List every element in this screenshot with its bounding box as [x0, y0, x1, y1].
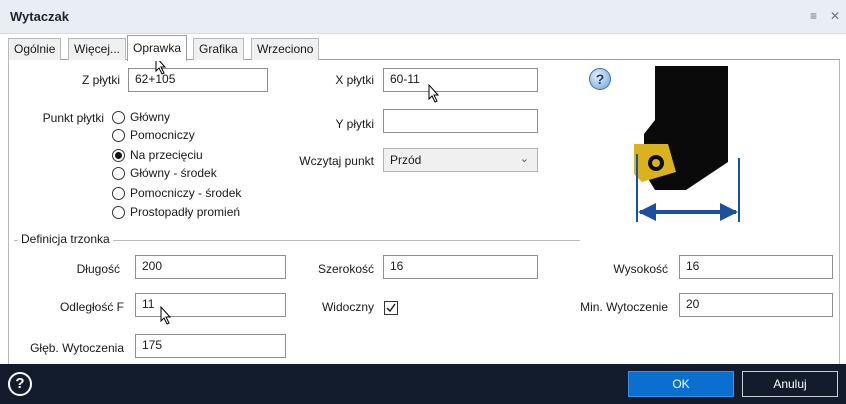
offset-f-input[interactable]: 11 [135, 293, 286, 317]
tool-holder-diagram [634, 66, 740, 222]
y-insert-input[interactable] [383, 109, 538, 133]
load-point-value: Przód [390, 153, 422, 167]
visible-checkbox[interactable] [384, 301, 398, 315]
dimension-arrow-right-icon [720, 203, 738, 221]
tab-wrzeciono[interactable]: Wrzeciono [251, 38, 320, 60]
cancel-button[interactable]: Anuluj [742, 371, 838, 397]
dimension-arrow-left-icon [638, 203, 656, 221]
radio-label: Główny - środek [130, 166, 217, 180]
radio-label: Na przecięciu [130, 148, 203, 162]
length-label: Długość [76, 262, 120, 276]
tab-ogolnie[interactable]: Ogólnie [8, 38, 62, 60]
radio-circle-selected[interactable] [112, 149, 125, 162]
load-point-select[interactable]: Przód ⌄ [383, 148, 538, 172]
tab-oprawka[interactable]: Oprawka [127, 35, 188, 61]
min-bore-input[interactable]: 20 [679, 293, 833, 317]
help-button[interactable]: ? [8, 372, 32, 396]
x-insert-input[interactable]: 60-11 [383, 68, 538, 92]
tab-bar: Ogólnie Więcej... Oprawka Grafika Wrzeci… [8, 35, 840, 61]
visible-label: Widoczny [321, 300, 374, 314]
radio-label: Pomocniczy - środek [130, 186, 242, 200]
shank-group-title: Definicja trzonka [18, 232, 113, 246]
ok-button[interactable]: OK [628, 371, 734, 397]
offset-f-label: Odległość F [59, 300, 124, 314]
radio-label: Prostopadły promień [130, 205, 241, 219]
x-insert-label: X płytki [335, 73, 374, 87]
insert-point-label: Punkt płytki [42, 111, 104, 125]
bore-depth-input[interactable]: 175 [135, 334, 286, 358]
radio-label: Pomocniczy [130, 128, 195, 142]
tab-wiecej[interactable]: Więcej... [68, 38, 127, 60]
radio-circle[interactable] [112, 167, 125, 180]
menu-icon[interactable]: ≡ [810, 9, 817, 23]
bore-depth-label: Głęb. Wytoczenia [30, 341, 124, 355]
tab-grafika[interactable]: Grafika [193, 38, 244, 60]
mouse-cursor-icon [160, 306, 172, 325]
min-bore-label: Min. Wytoczenie [580, 300, 668, 314]
z-insert-input[interactable]: 62+105 [128, 68, 268, 92]
close-icon[interactable]: ✕ [830, 9, 840, 23]
radio-label: Główny [130, 110, 171, 124]
length-input[interactable]: 200 [135, 255, 286, 279]
window-title: Wytaczak [10, 9, 70, 24]
y-insert-label: Y płytki [335, 117, 374, 131]
height-input[interactable]: 16 [679, 255, 833, 279]
radio-circle[interactable] [112, 111, 125, 124]
mouse-cursor-icon [428, 84, 440, 103]
chevron-down-icon: ⌄ [519, 153, 529, 165]
title-bar: Wytaczak ≡ ✕ [0, 0, 846, 34]
radio-circle[interactable] [112, 187, 125, 200]
z-insert-label: Z płytki [81, 73, 120, 87]
radio-circle[interactable] [112, 129, 125, 142]
load-point-label: Wczytaj punkt [299, 154, 374, 168]
footer-bar: ? OK Anuluj [0, 364, 846, 404]
insert-screw-center [652, 159, 660, 167]
width-input[interactable]: 16 [383, 255, 538, 279]
width-label: Szerokość [317, 262, 374, 276]
radio-circle[interactable] [112, 206, 125, 219]
help-icon[interactable]: ? [589, 68, 611, 90]
height-label: Wysokość [613, 262, 668, 276]
check-icon [386, 303, 396, 313]
